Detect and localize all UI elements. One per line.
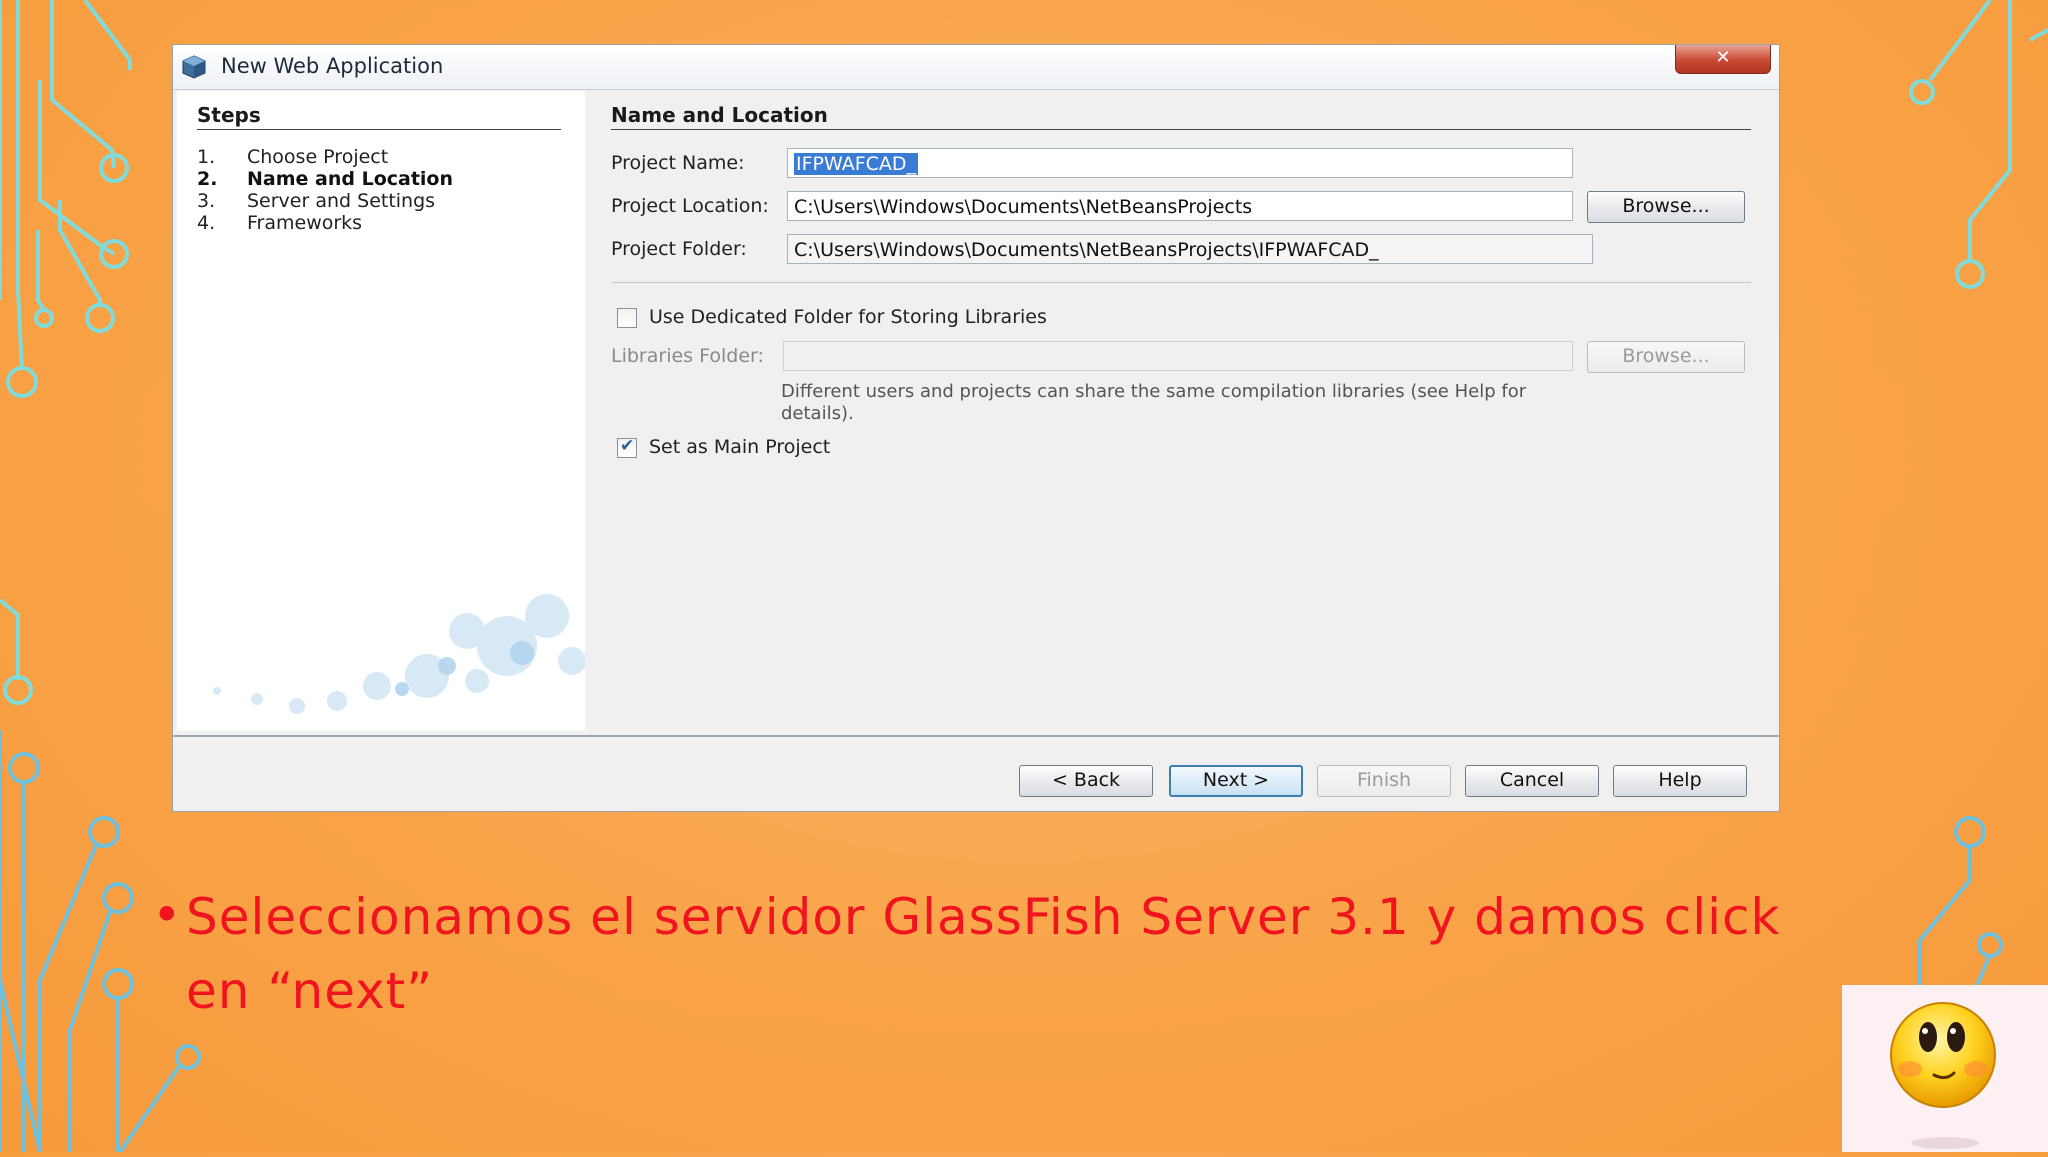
window-title: New Web Application [221,54,444,78]
emoji-panel [1842,985,2048,1152]
libraries-help-note: Different users and projects can share t… [781,381,1527,424]
browse-location-button[interactable]: Browse... [1587,191,1745,223]
project-name-value: IFPWAFCAD_ [794,153,919,175]
section-heading: Name and Location [611,103,828,127]
back-button[interactable]: < Back [1019,765,1153,797]
project-folder-label: Project Folder: [611,238,747,260]
project-name-label: Project Name: [611,152,745,174]
bullet-dot: • [152,886,183,944]
main-project-label: Set as Main Project [649,436,831,458]
step-name-and-location: 2. Name and Location [197,168,454,190]
title-bar[interactable]: New Web Application ✕ [173,45,1779,90]
project-location-input[interactable]: C:\Users\Windows\Documents\NetBeansProje… [787,191,1573,221]
slide-bullet-text: Seleccionamos el servidor GlassFish Serv… [186,888,1781,1020]
step-server-and-settings: 3. Server and Settings [197,190,436,212]
dedicated-folder-checkbox[interactable] [617,308,637,328]
main-project-checkbox[interactable] [617,436,637,458]
steps-heading: Steps [197,103,261,127]
libraries-folder-input[interactable] [783,341,1573,371]
close-button[interactable]: ✕ [1675,45,1771,74]
smiley-icon [1890,1002,1996,1149]
section-separator [611,282,1751,283]
dedicated-folder-label: Use Dedicated Folder for Storing Librari… [649,306,1047,328]
next-button[interactable]: Next > [1169,765,1303,797]
step-frameworks: 4. Frameworks [197,212,363,234]
step-choose-project: 1. Choose Project [197,146,389,168]
footer-separator [173,735,1779,737]
section-divider [611,129,1751,130]
cancel-button[interactable]: Cancel [1465,765,1599,797]
help-button[interactable]: Help [1613,765,1747,797]
slide-bullet: • Seleccionamos el servidor GlassFish Se… [152,880,1826,1028]
steps-divider [197,129,561,130]
libraries-folder-label: Libraries Folder: [611,345,764,367]
browse-libraries-button[interactable]: Browse... [1587,341,1745,373]
netbeans-cube-icon [182,55,206,79]
new-web-application-dialog: New Web Application ✕ Steps 1. Choose Pr… [172,44,1780,812]
bubbles-decoration [213,594,585,714]
project-folder-field[interactable]: C:\Users\Windows\Documents\NetBeansProje… [787,234,1593,264]
project-name-input[interactable]: IFPWAFCAD_ [787,148,1573,178]
finish-button[interactable]: Finish [1317,765,1451,797]
project-location-label: Project Location: [611,195,769,217]
